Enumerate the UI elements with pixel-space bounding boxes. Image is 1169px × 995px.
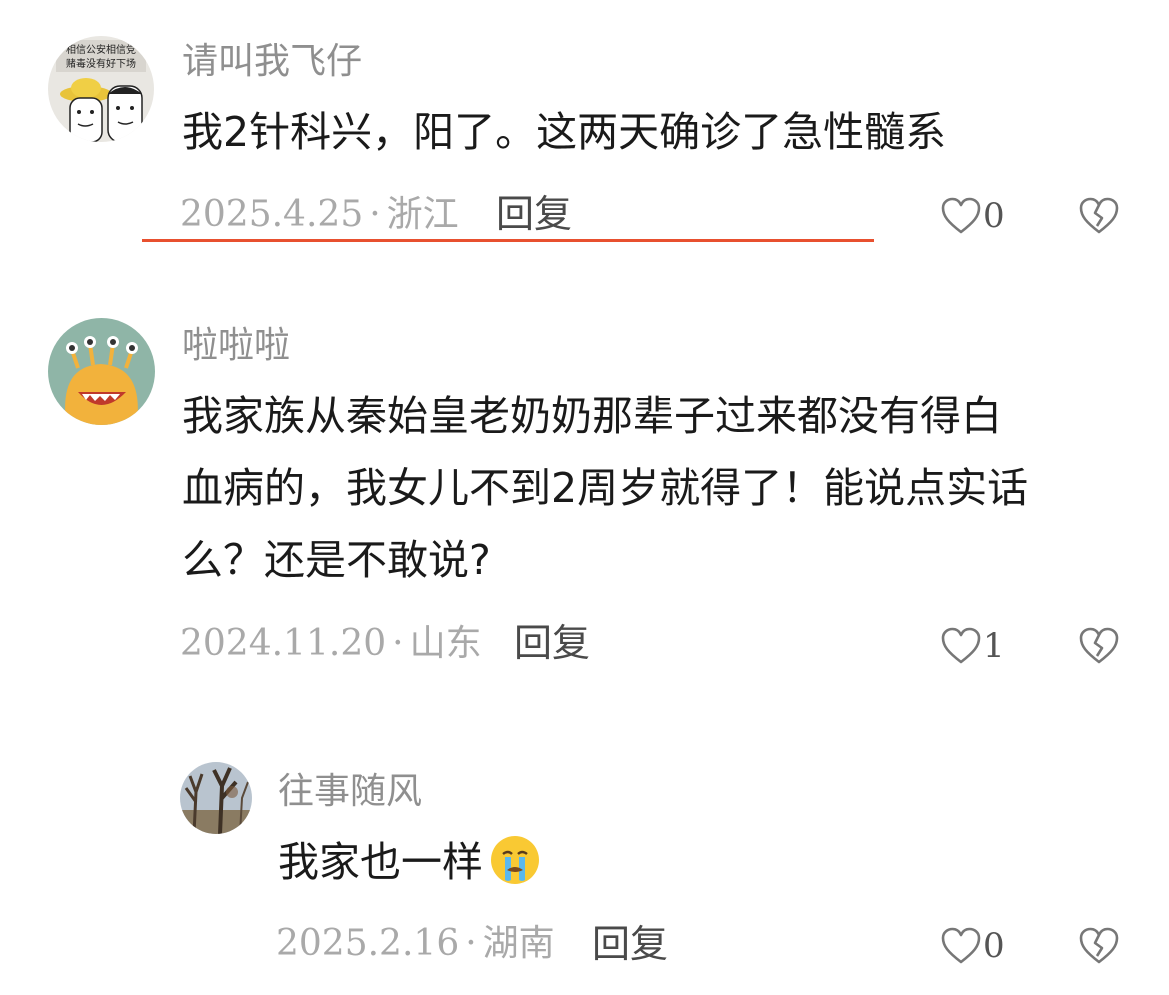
comment-text: 我家族从秦始皇老奶奶那辈子过来都没有得白 血病的，我女儿不到2周岁就得了！能说点… <box>182 380 1028 596</box>
comment-location: 湖南 <box>482 923 555 964</box>
like-count: 0 <box>983 196 1005 236</box>
comment-date: 2025.4.25 <box>180 194 364 235</box>
comment-text: 我2针科兴，阳了。这两天确诊了急性髓系 <box>182 108 947 156</box>
like-button[interactable]: 0 <box>940 924 1005 968</box>
comment-text-line: 血病的，我女儿不到2周岁就得了！能说点实话 <box>182 464 1029 512</box>
reply-button[interactable]: 回复 <box>496 192 572 236</box>
broken-heart-icon <box>1079 927 1119 964</box>
comment-meta: 2025.2.16 · 湖南 <box>276 923 555 964</box>
reply-button[interactable]: 回复 <box>592 922 668 966</box>
heart-outline-icon <box>941 627 981 664</box>
comment-date: 2025.2.16 <box>276 923 460 964</box>
highlight-underline <box>142 239 874 242</box>
dislike-button[interactable] <box>1078 196 1120 236</box>
comment-item: 相信公安相信党 赌毒没有好下场 请叫我飞仔 我2针科兴，阳了。这两天确诊了急性髓… <box>0 0 1169 260</box>
avatar-monster-image <box>48 318 155 425</box>
comment-text-content: 我家也一样 <box>278 838 483 886</box>
avatar-caption-line2: 赌毒没有好下场 <box>66 57 136 70</box>
comment-location: 浙江 <box>386 194 459 235</box>
like-count: 0 <box>983 926 1005 966</box>
reply-button[interactable]: 回复 <box>514 621 590 665</box>
like-count: 1 <box>983 626 1005 666</box>
comment-meta: 2025.4.25 · 浙江 <box>180 194 459 235</box>
comment-text: 我家也一样 <box>278 826 541 898</box>
like-button[interactable]: 1 <box>940 624 1005 668</box>
dislike-button[interactable] <box>1078 926 1120 966</box>
like-button[interactable]: 0 <box>940 194 1005 238</box>
username[interactable]: 请叫我飞仔 <box>182 40 362 84</box>
avatar[interactable] <box>180 762 252 834</box>
reply-comment-item: 往事随风 我家也一样 2025.2.16 · 湖南 回复 0 <box>0 740 1169 995</box>
comment-location: 山东 <box>409 623 482 664</box>
comment-item: 啦啦啦 我家族从秦始皇老奶奶那辈子过来都没有得白 血病的，我女儿不到2周岁就得了… <box>0 300 1169 700</box>
username[interactable]: 啦啦啦 <box>182 324 290 368</box>
avatar[interactable] <box>48 318 155 425</box>
comment-text-line: 我家族从秦始皇老奶奶那辈子过来都没有得白 <box>182 392 1002 440</box>
heart-outline-icon <box>941 927 981 964</box>
broken-heart-icon <box>1079 627 1119 664</box>
comment-meta: 2024.11.20 · 山东 <box>180 623 482 664</box>
broken-heart-icon <box>1079 197 1119 234</box>
crying-face-emoji-icon <box>491 836 539 884</box>
avatar-caption-line1: 相信公安相信党 <box>66 43 136 56</box>
avatar-meme-image: 相信公安相信党 赌毒没有好下场 <box>48 36 154 142</box>
heart-outline-icon <box>941 197 981 234</box>
username[interactable]: 往事随风 <box>278 770 422 814</box>
dislike-button[interactable] <box>1078 626 1120 666</box>
comment-date: 2024.11.20 <box>180 623 387 664</box>
avatar-trees-photo <box>180 762 252 834</box>
comment-text-line: 么？还是不敢说? <box>182 536 491 584</box>
avatar[interactable]: 相信公安相信党 赌毒没有好下场 <box>48 36 154 142</box>
